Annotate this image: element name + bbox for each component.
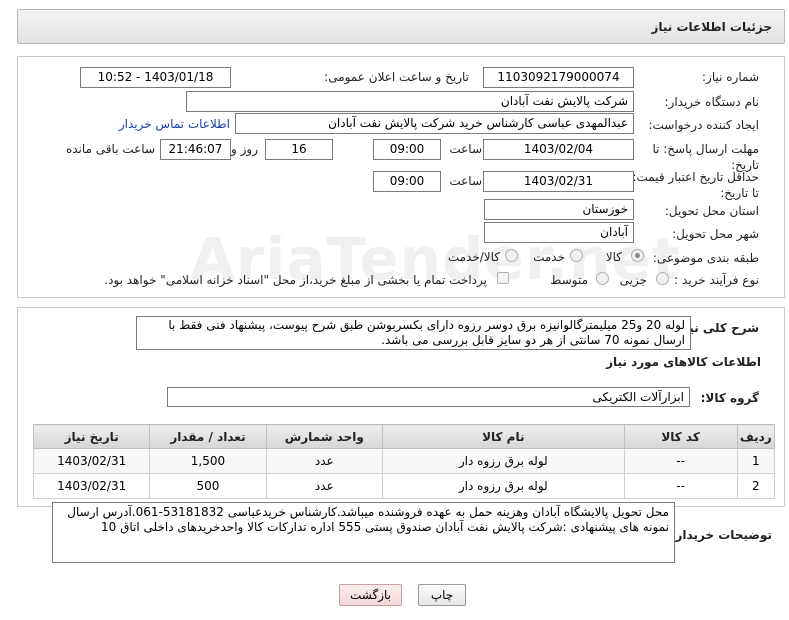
cell-unit: عدد (265, 448, 383, 474)
deadline-date-field[interactable]: 1403/02/04 (483, 139, 634, 160)
table-row[interactable]: 2 -- لوله برق رزوه دار عدد 500 1403/02/3… (32, 473, 776, 499)
days-field[interactable]: 16 (265, 139, 333, 160)
province-field[interactable]: خوزستان (484, 199, 634, 220)
announce-field[interactable]: 1403/01/18 - 10:52 (80, 67, 231, 88)
requester-field[interactable]: عبدالمهدی عباسی کارشناس خرید شرکت پالایش… (235, 113, 634, 134)
process-minor-label: جزیی (619, 273, 647, 287)
col-unit: واحد شمارش (265, 424, 383, 449)
buyer-org-field[interactable]: شرکت پالایش نفت آبادان (186, 91, 634, 112)
need-number-field[interactable]: 1103092179000074 (483, 67, 634, 88)
category-service-label: خدمت (533, 250, 565, 264)
col-row-number: ردیف (736, 424, 776, 449)
cell-item-code: -- (623, 473, 738, 499)
col-item-code: کد کالا (623, 424, 738, 449)
general-description-field[interactable]: لوله 20 و25 میلیمترگالوانیزه برق دوسر رز… (136, 316, 691, 350)
cell-need-date: 1403/02/31 (32, 448, 151, 474)
col-need-date: تاریخ نیاز (32, 424, 151, 449)
cell-item-code: -- (623, 448, 738, 474)
category-goods-label: کالا (605, 250, 622, 264)
cell-quantity: 1,500 (149, 448, 267, 474)
page-title: جزئیات اطلاعات نیاز (651, 20, 772, 34)
buyer-notes-field[interactable]: محل تحویل پالایشگاه آبادان وهزینه حمل به… (52, 502, 675, 563)
announce-label: تاریخ و ساعت اعلان عمومی: (324, 70, 469, 84)
days-label: روز و (231, 142, 258, 156)
treasury-payment-checkbox[interactable] (497, 272, 509, 284)
goods-table: ردیف کد کالا نام کالا واحد شمارش تعداد /… (32, 424, 776, 499)
goods-group-field[interactable]: ابزارآلات الکتریکی (167, 387, 690, 407)
city-label: شهر محل تحویل: (672, 227, 759, 241)
back-button[interactable]: بازگشت (339, 584, 402, 606)
goods-group-label: گروه کالا: (700, 391, 759, 405)
remaining-time-field[interactable]: 21:46:07 (160, 139, 231, 160)
col-quantity: تعداد / مقدار (149, 424, 267, 449)
price-validity-date-field[interactable]: 1403/02/31 (483, 171, 634, 192)
contact-info-link[interactable]: اطلاعات تماس خریدار (119, 117, 230, 131)
price-validity-label: حداقل تاریخ اعتبار قیمت: تا تاریخ: (632, 170, 759, 200)
process-label: نوع فرآیند خرید : (674, 273, 759, 287)
buyer-notes-label: توضیحات خریدار: (670, 528, 772, 542)
category-goods-radio[interactable] (631, 249, 644, 262)
process-minor-radio[interactable] (656, 272, 669, 285)
category-label: طبقه بندی موضوعی: (652, 251, 759, 265)
cell-row-number: 1 (736, 448, 776, 474)
cell-item-name: لوله برق رزوه دار (381, 448, 625, 474)
col-item-name: نام کالا (381, 424, 625, 449)
process-medium-label: متوسط (550, 273, 588, 287)
cell-need-date: 1403/02/31 (32, 473, 151, 499)
cell-quantity: 500 (149, 473, 267, 499)
cell-row-number: 2 (736, 473, 776, 499)
buyer-org-label: نام دستگاه خریدار: (664, 95, 760, 109)
print-button[interactable]: چاپ (418, 584, 466, 606)
city-field[interactable]: آبادان (484, 222, 634, 243)
category-service-radio[interactable] (570, 249, 583, 262)
deadline-time-field[interactable]: 09:00 (373, 139, 441, 160)
price-validity-time-field[interactable]: 09:00 (373, 171, 441, 192)
province-label: استان محل تحویل: (664, 204, 759, 218)
goods-section-title: اطلاعات کالاهای مورد نیاز (606, 355, 761, 369)
cell-unit: عدد (265, 473, 383, 499)
process-medium-radio[interactable] (596, 272, 609, 285)
price-validity-time-label: ساعت (449, 174, 482, 188)
deadline-time-label: ساعت (449, 142, 482, 156)
panel-header: جزئیات اطلاعات نیاز (17, 9, 785, 44)
need-number-label: شماره نیاز: (702, 70, 759, 84)
table-row[interactable]: 1 -- لوله برق رزوه دار عدد 1,500 1403/02… (32, 448, 776, 474)
treasury-payment-note: پرداخت تمام یا بخشی از مبلغ خرید،از محل … (104, 273, 487, 287)
category-both-radio[interactable] (505, 249, 518, 262)
cell-item-name: لوله برق رزوه دار (381, 473, 625, 499)
remaining-label: ساعت باقی مانده (65, 142, 155, 156)
requester-label: ایجاد کننده درخواست: (648, 118, 759, 132)
category-both-label: کالا/خدمت (447, 250, 500, 264)
